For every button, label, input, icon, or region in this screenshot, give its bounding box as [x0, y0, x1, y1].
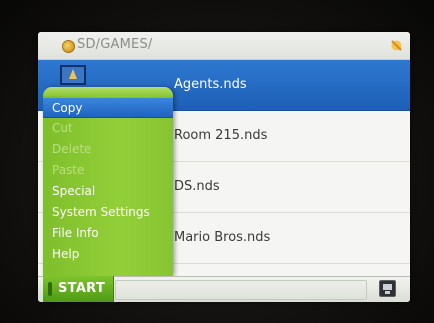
- menu-item-delete[interactable]: Delete: [43, 139, 173, 160]
- folder-icon: [62, 40, 75, 53]
- file-name: DS.nds: [174, 179, 220, 194]
- path-bar: SD/GAMES/: [38, 32, 410, 60]
- menu-item-paste[interactable]: Paste: [43, 160, 173, 181]
- menu-item-cut[interactable]: Cut: [43, 118, 173, 139]
- start-label: START: [58, 281, 106, 296]
- menu-header: [43, 87, 173, 96]
- menu-item-help[interactable]: Help: [43, 244, 173, 265]
- file-name: Mario Bros.nds: [174, 230, 271, 245]
- menu-item-special[interactable]: Special: [43, 181, 173, 202]
- ds-screen: SD/GAMES/ Agents.nds Room 215.nds DS.nds…: [38, 32, 410, 302]
- taskbar-strip: [115, 280, 367, 300]
- current-path: SD/GAMES/: [77, 37, 153, 52]
- device-photo: SD/GAMES/ Agents.nds Room 215.nds DS.nds…: [0, 0, 434, 323]
- menu-item-copy[interactable]: Copy: [43, 97, 173, 118]
- menu-item-file-info[interactable]: File Info: [43, 223, 173, 244]
- start-button[interactable]: START: [43, 276, 114, 302]
- stylus-icon[interactable]: [389, 38, 404, 53]
- grip-icon: [48, 282, 52, 296]
- file-name: Agents.nds: [174, 77, 247, 92]
- file-name: Room 215.nds: [174, 128, 268, 143]
- rom-icon: [60, 65, 86, 85]
- ds-console-icon[interactable]: [379, 280, 396, 297]
- menu-item-system-settings[interactable]: System Settings: [43, 202, 173, 223]
- start-menu: Copy Cut Delete Paste Special System Set…: [43, 87, 173, 276]
